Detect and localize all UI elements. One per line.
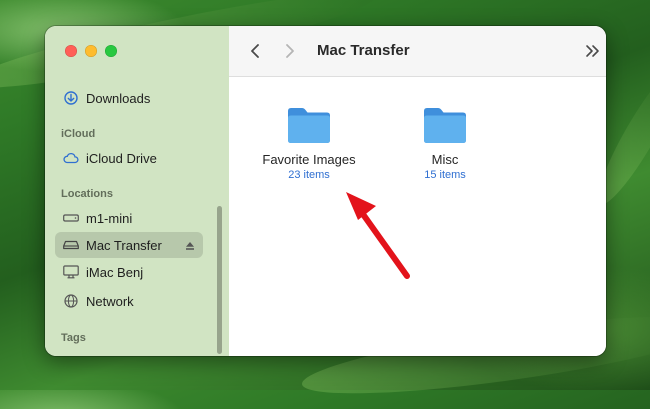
external-drive-icon (63, 237, 79, 253)
sidebar-item-m1-mini[interactable]: m1-mini (55, 205, 203, 231)
section-header-tags: Tags (61, 332, 86, 344)
sidebar-item-mac-transfer[interactable]: Mac Transfer (55, 232, 203, 258)
minimize-button[interactable] (85, 45, 97, 57)
toolbar-overflow-button[interactable] (582, 40, 604, 62)
folder-item[interactable]: Misc 15 items (385, 105, 505, 181)
folder-name: Favorite Images (262, 152, 356, 167)
folder-item-count: 15 items (424, 169, 466, 181)
sidebar-item-network[interactable]: Network (55, 288, 203, 314)
folder-icon (424, 108, 466, 143)
window-controls (65, 45, 117, 57)
drive-icon (63, 210, 79, 226)
folder-item-count: 23 items (288, 169, 330, 181)
sidebar: Downloads iCloud iCloud Drive Locations … (45, 26, 230, 356)
sidebar-item-label: Mac Transfer (86, 237, 162, 253)
finder-window: Downloads iCloud iCloud Drive Locations … (45, 26, 606, 356)
sidebar-item-label: m1-mini (86, 210, 133, 226)
section-header-locations: Locations (61, 188, 113, 200)
zoom-button[interactable] (105, 45, 117, 57)
sidebar-item-imac-benj[interactable]: iMac Benj (55, 259, 203, 285)
imac-icon (63, 264, 79, 280)
folder-icon (288, 108, 330, 143)
back-button[interactable] (244, 40, 266, 62)
sidebar-item-label: iMac Benj (86, 264, 144, 280)
chevron-left-icon (251, 44, 259, 58)
sidebar-item-label: Network (86, 293, 134, 309)
folder-name: Misc (431, 152, 459, 167)
window-title: Mac Transfer (317, 42, 410, 59)
sidebar-item-icloud-drive[interactable]: iCloud Drive (55, 145, 203, 171)
section-header-icloud: iCloud (61, 128, 96, 140)
annotation-arrow-icon (346, 192, 410, 279)
eject-icon[interactable] (185, 239, 195, 254)
download-icon (63, 90, 79, 106)
network-globe-icon (63, 293, 79, 309)
close-button[interactable] (65, 45, 77, 57)
toolbar: Mac Transfer (229, 26, 606, 77)
sidebar-item-downloads[interactable]: Downloads (55, 85, 203, 111)
sidebar-item-label: iCloud Drive (86, 150, 157, 166)
sidebar-item-label: Downloads (86, 90, 151, 106)
cloud-icon (63, 150, 79, 166)
folder-item[interactable]: Favorite Images 23 items (249, 105, 369, 181)
chevron-right-icon (286, 44, 294, 58)
forward-button[interactable] (279, 40, 301, 62)
double-chevron-icon (586, 45, 599, 57)
sidebar-scrollbar[interactable] (217, 206, 222, 354)
